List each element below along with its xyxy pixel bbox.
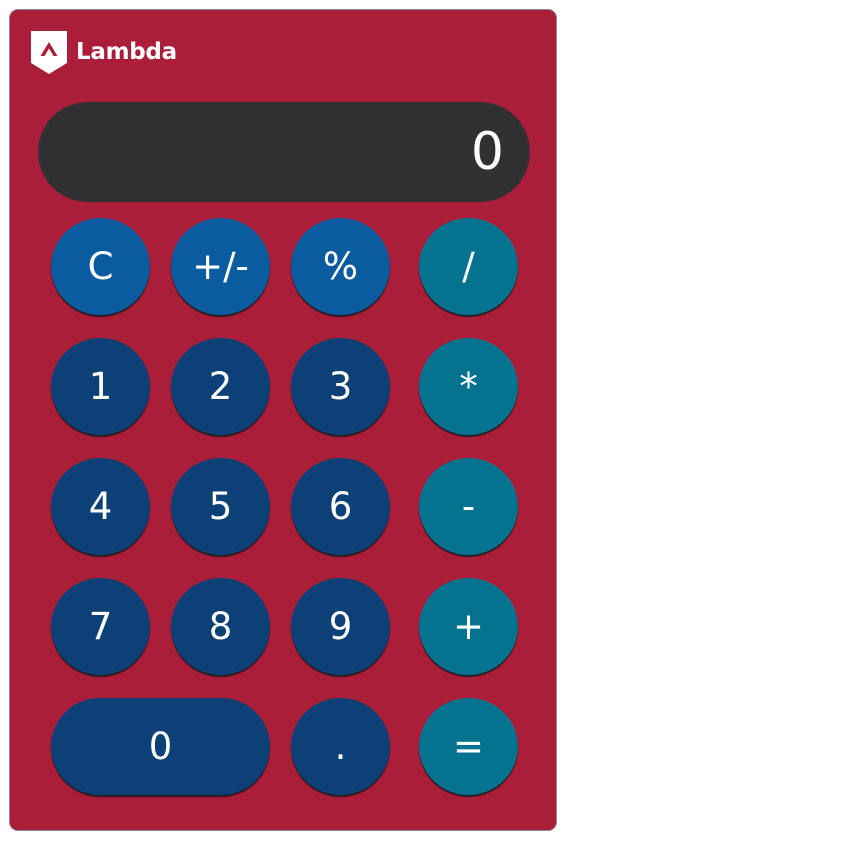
digit-2-button[interactable]: 2 [171, 338, 270, 435]
brand-logo: Lambda [31, 31, 177, 75]
sign-toggle-button[interactable]: +/- [171, 218, 270, 315]
digit-4-button[interactable]: 4 [51, 458, 150, 555]
decimal-button[interactable]: . [291, 698, 390, 795]
calculator-display: 0 [38, 102, 530, 202]
calculator: Lambda 0 C +/- % / 1 2 3 * 4 5 6 - 7 8 9… [9, 9, 557, 831]
multiply-button[interactable]: * [419, 338, 518, 435]
brand-name: Lambda [76, 39, 177, 65]
digit-1-button[interactable]: 1 [51, 338, 150, 435]
divide-button[interactable]: / [419, 218, 518, 315]
digit-6-button[interactable]: 6 [291, 458, 390, 555]
digit-8-button[interactable]: 8 [171, 578, 270, 675]
digit-9-button[interactable]: 9 [291, 578, 390, 675]
clear-button[interactable]: C [51, 218, 150, 315]
lambda-shield-icon [31, 31, 67, 74]
percent-button[interactable]: % [291, 218, 390, 315]
digit-0-button[interactable]: 0 [51, 698, 270, 795]
add-button[interactable]: + [419, 578, 518, 675]
digit-3-button[interactable]: 3 [291, 338, 390, 435]
equals-button[interactable]: = [419, 698, 518, 795]
digit-5-button[interactable]: 5 [171, 458, 270, 555]
subtract-button[interactable]: - [419, 458, 518, 555]
digit-7-button[interactable]: 7 [51, 578, 150, 675]
display-value: 0 [470, 122, 504, 182]
